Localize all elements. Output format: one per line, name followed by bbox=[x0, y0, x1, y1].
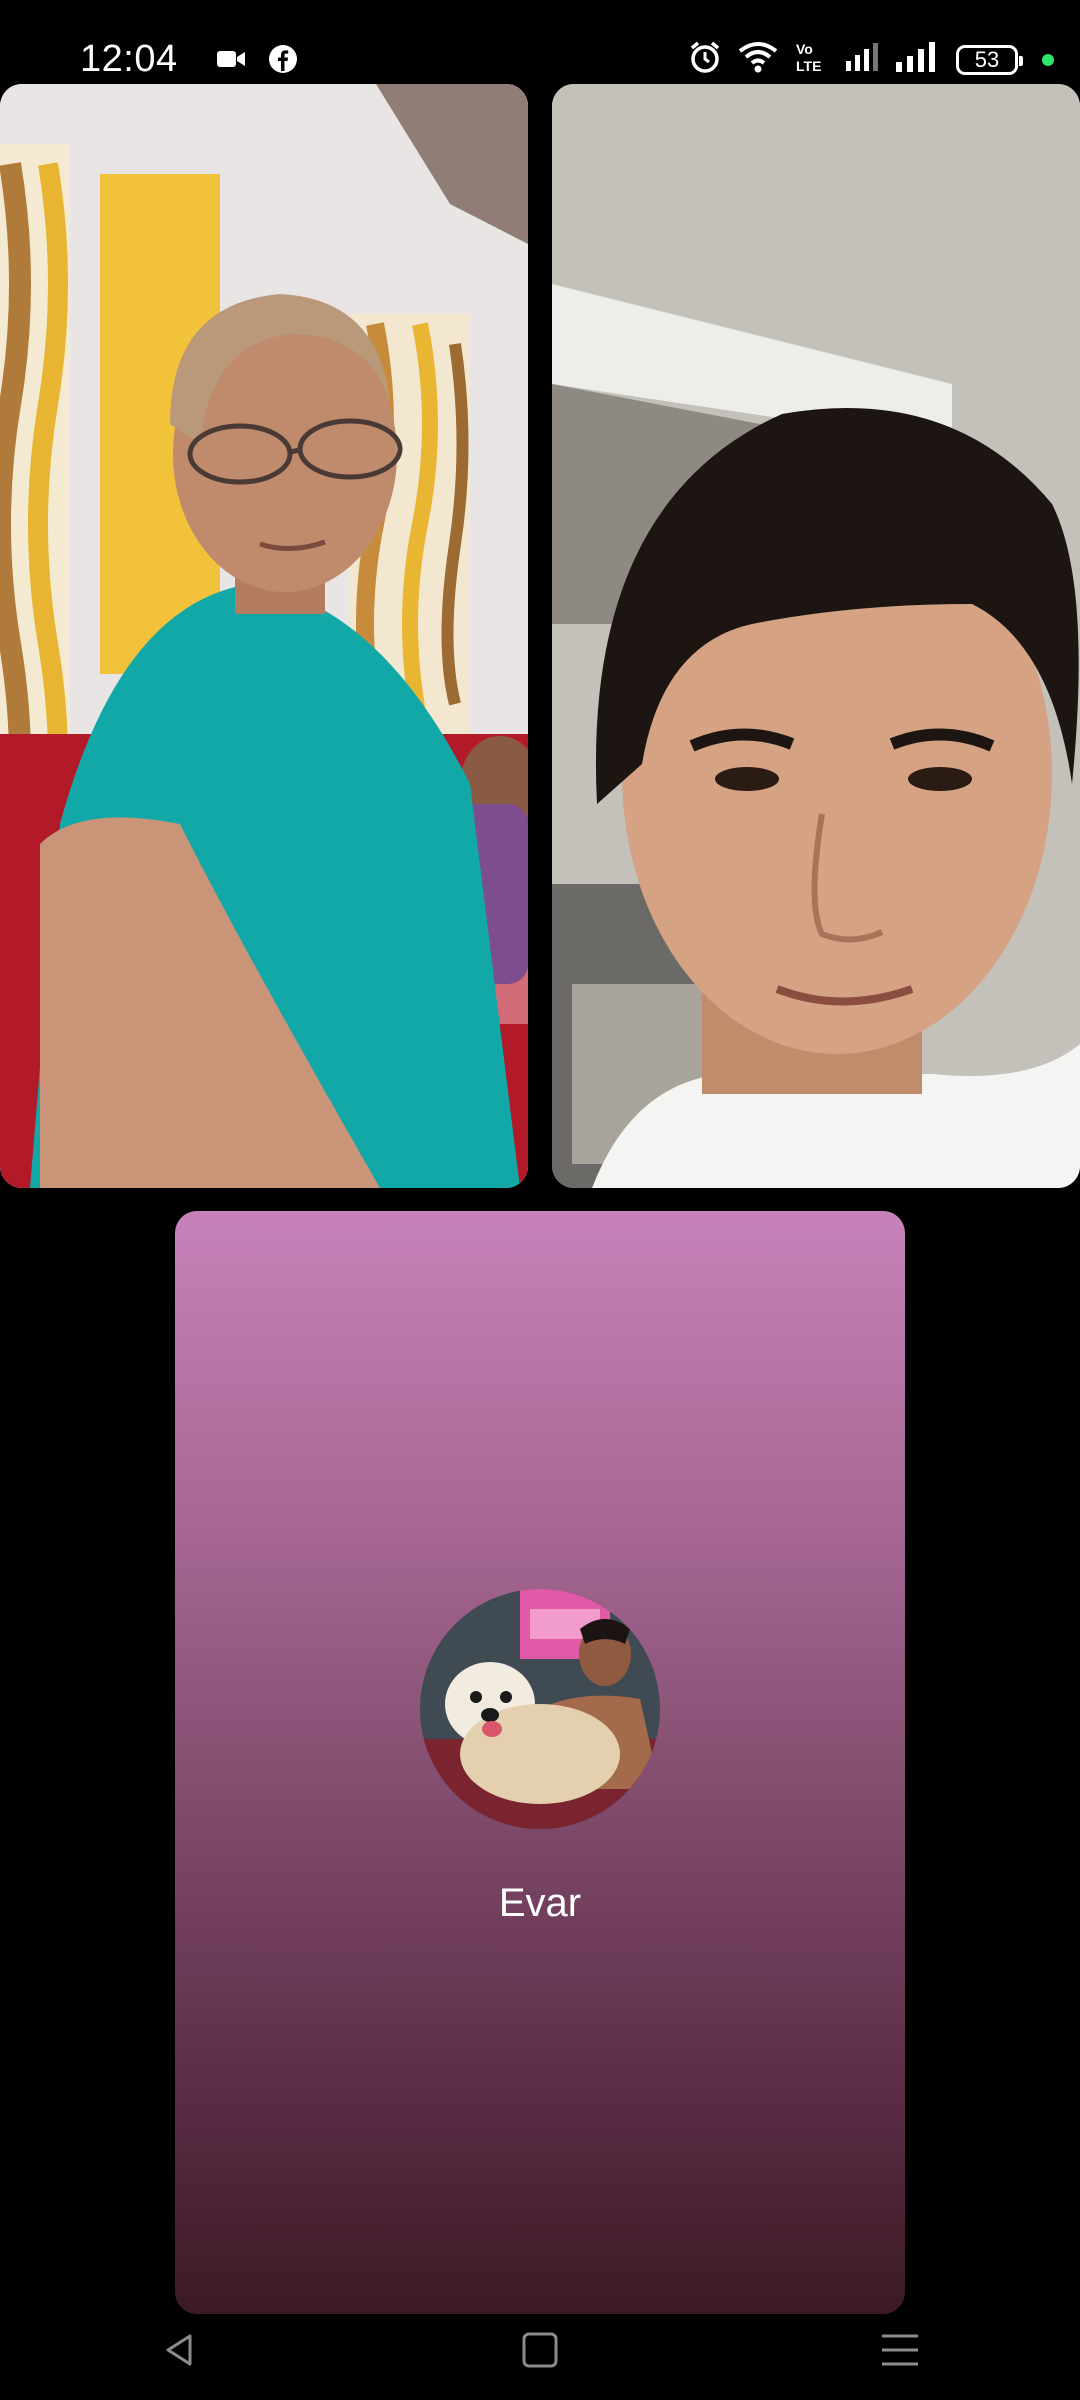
signal-icon bbox=[846, 43, 880, 76]
status-time: 12:04 bbox=[80, 38, 178, 80]
participant-video-tile-2[interactable] bbox=[552, 84, 1080, 1188]
navigation-bar bbox=[0, 2300, 1080, 2400]
privacy-indicator-dot bbox=[1042, 53, 1054, 66]
video-camera-icon bbox=[216, 48, 246, 75]
facebook-icon bbox=[268, 44, 298, 79]
video-frame-1 bbox=[0, 84, 528, 1188]
back-button[interactable] bbox=[150, 2320, 210, 2380]
status-bar: 12:04 Vo LTE 53 bbox=[0, 0, 1080, 84]
wifi-icon bbox=[738, 41, 778, 78]
signal-icon bbox=[896, 42, 940, 77]
alarm-icon bbox=[688, 40, 722, 79]
recents-icon bbox=[882, 2334, 918, 2366]
participant-tile-3[interactable]: Evar bbox=[175, 1211, 905, 2314]
participant-name: Evar bbox=[498, 1881, 582, 1925]
battery-indicator: 53 bbox=[956, 44, 1023, 75]
svg-text:Vo: Vo bbox=[796, 41, 813, 57]
recents-button[interactable] bbox=[870, 2320, 930, 2380]
video-call-screen: 12:04 Vo LTE 53 Evar bbox=[0, 0, 1080, 2400]
participant-video-tile-1[interactable] bbox=[0, 84, 528, 1188]
status-right-icons: Vo LTE 53 bbox=[688, 40, 1054, 79]
status-left-icons bbox=[216, 44, 298, 79]
svg-text:LTE: LTE bbox=[796, 58, 821, 74]
participant-avatar bbox=[420, 1589, 660, 1829]
home-icon bbox=[522, 2332, 558, 2368]
video-frame-2 bbox=[552, 84, 1080, 1188]
home-button[interactable] bbox=[510, 2320, 570, 2380]
volte-icon: Vo LTE bbox=[794, 40, 830, 79]
back-icon bbox=[166, 2334, 192, 2366]
